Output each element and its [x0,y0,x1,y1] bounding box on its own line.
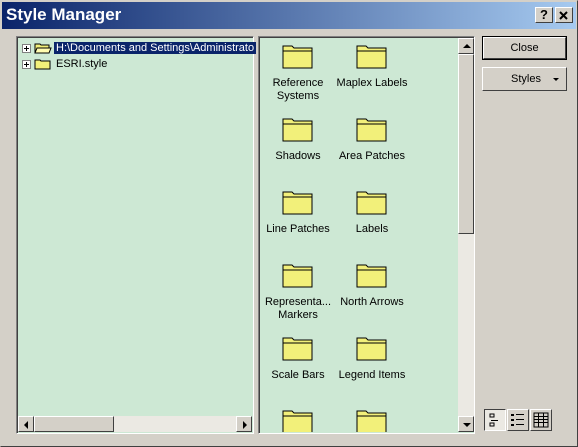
tree-horizontal-scrollbar[interactable] [18,416,252,432]
close-button-frame: Close [482,36,567,60]
close-button[interactable]: Close [483,37,566,59]
style-folder-item[interactable]: Legend Items [336,335,408,382]
folder-icon [34,59,51,69]
folder-icon [282,191,313,215]
item-label: Scale Bars [271,369,325,381]
item-label: Representa... Markers [264,296,332,321]
item-label: Legend Items [338,369,406,381]
large-icons-view-button[interactable] [484,409,506,431]
item-label: Reference Systems [272,77,324,102]
details-view-button[interactable] [530,409,552,431]
styles-button-label: Styles [511,73,541,85]
arrow-down-icon [463,423,471,427]
style-folder-item[interactable]: Maplex Labels [336,43,408,90]
arrow-up-icon [463,44,471,48]
folder-icon [282,264,313,288]
scroll-right-button[interactable] [236,416,252,432]
arrow-right-icon [243,421,247,429]
scroll-thumb[interactable] [458,54,474,234]
tree-item-documents[interactable]: H:\Documents and Settings\Administrato [22,40,257,56]
details-view-icon [533,412,549,428]
style-folder-item[interactable]: Shadows [262,116,334,163]
scroll-left-button[interactable] [18,416,34,432]
style-folder-item[interactable]: Reference Systems [262,43,334,103]
list-view-button[interactable] [507,409,529,431]
folder-icon [356,191,387,215]
expand-icon[interactable] [22,59,31,69]
arrow-left-icon [24,421,28,429]
scroll-down-button[interactable] [458,416,474,432]
style-folder-item[interactable]: Labels [336,189,408,236]
window-title: Style Manager [6,5,122,24]
folder-icon [282,118,313,142]
style-folder-item[interactable]: Scale Bars [262,335,334,382]
styles-button[interactable]: Styles [482,67,567,91]
tree-item-label: ESRI.style [56,58,108,70]
style-folder-item[interactable]: North Arrows [336,262,408,309]
dropdown-arrow-icon [553,78,559,81]
style-folder-item[interactable] [336,408,408,432]
item-label: North Arrows [340,296,404,308]
close-window-button[interactable] [555,7,573,23]
folder-icon [282,410,313,432]
scroll-thumb[interactable] [34,416,114,432]
open-folder-icon [34,43,52,53]
style-folder-item[interactable]: Line Patches [262,189,334,236]
close-icon [559,11,568,20]
tree-item-esri-style[interactable]: ESRI.style [22,56,109,72]
large-icons-view-icon [489,413,498,427]
style-manager-window: Style Manager ? H:\Documents and Setting… [0,0,578,447]
item-label: Labels [355,223,389,235]
folder-icon [356,118,387,142]
expand-icon[interactable] [22,43,31,53]
style-folder-item[interactable]: Representa... Markers [262,262,334,322]
style-folder-item[interactable]: Area Patches [336,116,408,163]
folder-icon [356,410,387,432]
style-tree-panel: H:\Documents and Settings\Administrato E… [16,36,257,434]
item-label: Area Patches [338,150,406,162]
item-label: Maplex Labels [336,77,408,89]
title-bar[interactable]: Style Manager ? [2,2,576,29]
help-button[interactable]: ? [535,7,553,23]
item-label: Line Patches [266,223,330,235]
item-label: Shadows [275,150,321,162]
folder-icon [356,45,387,69]
folder-icon [282,45,313,69]
folder-icon [282,337,313,361]
style-contents-panel: Reference Systems Maplex Labels Shadows … [258,36,475,434]
contents-vertical-scrollbar[interactable] [458,38,474,432]
scroll-up-button[interactable] [458,38,474,54]
list-view-icon [511,414,524,426]
folder-icon [356,337,387,361]
style-folder-item[interactable] [262,408,334,432]
folder-icon [356,264,387,288]
tree-item-label: H:\Documents and Settings\Administrato [54,42,257,54]
